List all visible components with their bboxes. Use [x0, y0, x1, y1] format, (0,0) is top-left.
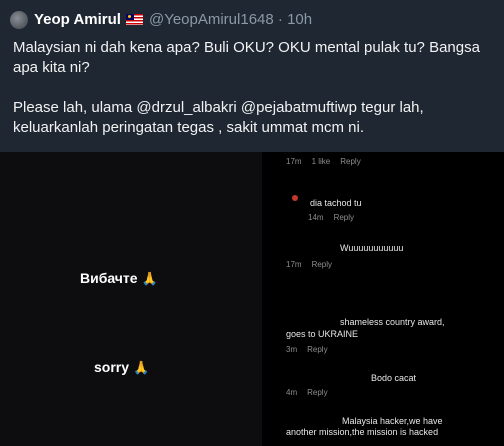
tweet-header: Yeop Amirul @YeopAmirul1648 · 10h Malaysi…: [0, 0, 504, 152]
avatar[interactable]: [10, 11, 28, 29]
folded-hands-icon: 🙏: [133, 360, 150, 375]
comment-item: Bodo cacat: [371, 373, 416, 383]
comment-time: 3m: [286, 345, 298, 354]
comment-text-cont: another mission,the mission is hacked: [286, 427, 439, 437]
reply-link[interactable]: Reply: [334, 213, 354, 222]
separator-dot: ·: [277, 11, 283, 28]
comment-meta: 17m Reply: [286, 260, 342, 269]
comment-meta-row: 4m Reply: [286, 388, 338, 397]
reply-link[interactable]: Reply: [340, 157, 360, 166]
reply-link[interactable]: Reply: [307, 345, 327, 354]
comment-item: another mission,the mission is hacked: [286, 427, 438, 437]
comment-meta: 17m 1 like Reply: [286, 157, 371, 166]
comment-text-cont: goes to UKRAINE: [286, 329, 359, 339]
comment-item: goes to UKRAINE 3m Reply: [286, 329, 358, 354]
comment-text: Bodo cacat: [371, 373, 417, 383]
media-left-panel: Вибачте 🙏 sorry 🙏: [0, 152, 262, 446]
comment-text: Wuuuuuuuuuuu: [340, 243, 404, 253]
comment-meta: 3m Reply: [286, 345, 358, 354]
reply-link[interactable]: Reply: [307, 388, 327, 397]
redaction-bar: [267, 152, 285, 446]
caption-text: sorry: [94, 359, 130, 375]
tweet-line-2: Please lah, ulama @drzul_albakri @pejaba…: [13, 99, 424, 136]
comment-time: 17m: [286, 260, 302, 269]
comment-meta: 14m Reply: [308, 213, 364, 222]
media-right-panel: 17m 1 like Reply dia tachod tu 14m Reply Wu…: [262, 152, 504, 446]
comment-text: shameless country award,: [340, 317, 445, 327]
tweet-line-1: Malaysian ni dah kena apa? Buli OKU? OKU…: [13, 39, 480, 76]
comment-likes: 1 like: [311, 157, 331, 166]
caption-text: Вибачте: [80, 270, 138, 286]
caption-sorry: sorry 🙏: [94, 359, 149, 376]
comment-meta: 4m Reply: [286, 388, 338, 397]
author-row: Yeop Amirul @YeopAmirul1648 · 10h: [34, 11, 312, 28]
tweet-media[interactable]: Вибачте 🙏 sorry 🙏 17m 1 like Reply dia tacho…: [0, 152, 504, 446]
folded-hands-icon: 🙏: [141, 271, 158, 286]
tweet-text: Malaysian ni dah kena apa? Buli OKU? OKU…: [13, 38, 498, 138]
display-name[interactable]: Yeop Amirul: [34, 11, 121, 28]
caption-apology-ukrainian: Вибачте 🙏: [80, 270, 158, 287]
comment-item: dia tachod tu 14m Reply: [308, 198, 364, 222]
reply-link[interactable]: Reply: [312, 260, 332, 269]
comment-time: 17m: [286, 157, 302, 166]
comment-meta-row: 17m Reply: [286, 260, 342, 269]
commenter-avatar: [292, 195, 298, 201]
comment-text: Malaysia hacker,we have: [342, 416, 443, 426]
comment-item: Wuuuuuuuuuuu: [340, 243, 403, 253]
user-handle[interactable]: @YeopAmirul1648: [149, 11, 274, 28]
timestamp[interactable]: 10h: [287, 11, 312, 28]
comment-time: 14m: [308, 213, 324, 222]
comment-text: dia tachod tu: [310, 198, 362, 208]
comment-item: Malaysia hacker,we have: [342, 416, 443, 426]
comment-item: 17m 1 like Reply: [286, 157, 371, 166]
comment-time: 4m: [286, 388, 298, 397]
malaysia-flag-icon: [125, 14, 143, 25]
comment-item: shameless country award,: [340, 317, 445, 327]
